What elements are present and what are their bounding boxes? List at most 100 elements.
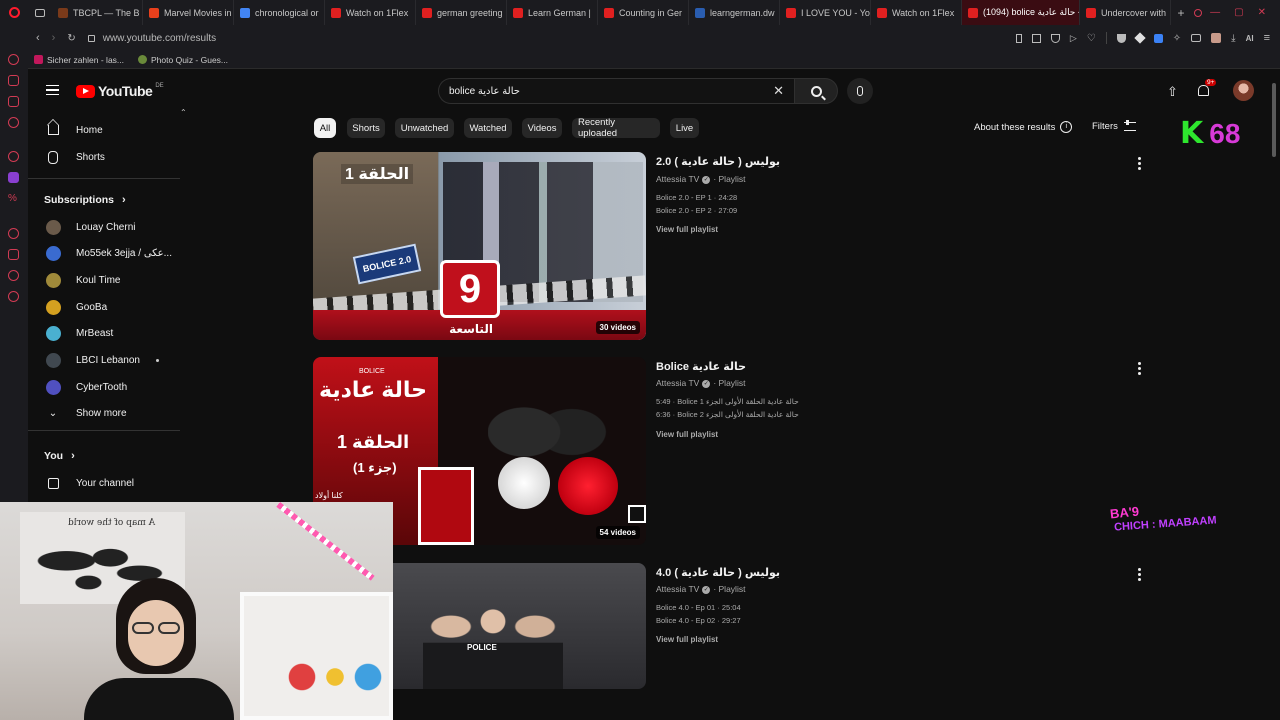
back-icon[interactable]: ‹ bbox=[36, 32, 40, 44]
browser-tab[interactable]: chronological or bbox=[234, 0, 325, 25]
sidebar-subscription-item[interactable]: CyberTooth bbox=[28, 374, 180, 400]
sidebar-subscription-item[interactable]: Mo55ek 3ejja / عكى... bbox=[28, 241, 180, 267]
forward-icon[interactable]: › bbox=[52, 32, 56, 44]
shield-icon[interactable] bbox=[1050, 33, 1060, 43]
sidebar-item-your-channel[interactable]: Your channel bbox=[28, 470, 180, 496]
account-avatar[interactable] bbox=[1233, 80, 1254, 101]
more-actions-icon[interactable] bbox=[1137, 157, 1141, 170]
more-actions-icon[interactable] bbox=[1137, 362, 1141, 375]
view-full-playlist-link[interactable]: View full playlist bbox=[656, 635, 718, 644]
profile-avatar-icon[interactable] bbox=[1211, 33, 1222, 43]
bookmark-item[interactable]: Photo Quiz - Gues... bbox=[138, 55, 228, 65]
notifications-button[interactable]: 9+ bbox=[1198, 79, 1217, 99]
sidebar-subscription-item[interactable]: Louay Cherni bbox=[28, 214, 180, 240]
search-input[interactable]: bolice حالة عادية bbox=[449, 86, 520, 97]
menu-icon[interactable]: ≡ bbox=[1264, 32, 1270, 44]
search-box[interactable]: bolice حالة عادية ✕ bbox=[438, 78, 794, 104]
browser-tab[interactable]: I LOVE YOU - Yo bbox=[780, 0, 871, 25]
view-full-playlist-link[interactable]: View full playlist bbox=[656, 225, 718, 234]
browser-tab[interactable]: Watch on 1Flex bbox=[871, 0, 962, 25]
snapshot-icon[interactable] bbox=[1031, 33, 1041, 43]
browser-tab[interactable]: learngerman.dw bbox=[689, 0, 780, 25]
twitch-icon[interactable] bbox=[8, 172, 19, 183]
maximize-icon[interactable]: ▢ bbox=[1234, 7, 1243, 18]
sidebar-subscriptions-header[interactable]: Subscriptions › bbox=[28, 187, 180, 213]
create-upload-icon[interactable]: ⇧ bbox=[1167, 84, 1178, 100]
result-title[interactable]: بوليس ( حالة عادية ) 2.0 bbox=[656, 155, 780, 168]
browser-tab[interactable]: Marvel Movies in bbox=[143, 0, 234, 25]
sidebar-show-more[interactable]: ⌄ Show more bbox=[28, 400, 180, 426]
messenger-icon[interactable] bbox=[8, 54, 19, 65]
url-field[interactable]: www.youtube.com/results bbox=[103, 33, 216, 44]
browser-tab[interactable]: Learn German | bbox=[507, 0, 598, 25]
camera-icon[interactable] bbox=[1191, 34, 1202, 42]
browser-tab[interactable]: Counting in Ger bbox=[598, 0, 689, 25]
result-title[interactable]: بوليس ( حالة عادية ) 4.0 bbox=[656, 566, 780, 579]
browser-tab[interactable]: Undercover with bbox=[1080, 0, 1171, 25]
bag-icon[interactable] bbox=[8, 75, 19, 86]
history-icon[interactable] bbox=[8, 228, 19, 239]
chip-recently-uploaded[interactable]: Recently uploaded bbox=[572, 117, 660, 139]
instagram-icon[interactable] bbox=[8, 96, 19, 107]
playlist-entry[interactable]: Bolice 2.0 - EP 1 · 24:28 bbox=[656, 193, 737, 202]
extensions-puzzle-icon[interactable]: ✧ bbox=[1173, 33, 1181, 44]
whatsapp-icon[interactable] bbox=[8, 117, 19, 128]
ai-icon[interactable]: AI bbox=[1246, 34, 1254, 43]
extension-diamond-icon[interactable] bbox=[1134, 32, 1146, 44]
more-actions-icon[interactable] bbox=[1137, 568, 1141, 581]
chip-shorts[interactable]: Shorts bbox=[347, 118, 385, 138]
playlist-entry[interactable]: 5:49 · Bolice حالة عادية الحلقة الأولى ا… bbox=[656, 397, 799, 406]
download-icon[interactable]: ⤓ bbox=[1231, 33, 1235, 44]
browser-tab[interactable]: TBCPL — The B bbox=[52, 0, 143, 25]
view-full-playlist-link[interactable]: View full playlist bbox=[656, 430, 718, 439]
heart-icon[interactable] bbox=[8, 249, 19, 260]
percent-icon[interactable]: % bbox=[8, 193, 19, 204]
extension-shield-icon[interactable] bbox=[1116, 33, 1126, 43]
play-icon[interactable]: ▷ bbox=[1070, 33, 1077, 44]
chip-live[interactable]: Live bbox=[670, 118, 699, 138]
result-channel[interactable]: Attessia TV ✓ · Playlist bbox=[656, 378, 745, 388]
sidebar-item-shorts[interactable]: Shorts bbox=[28, 144, 180, 170]
clear-search-icon[interactable]: ✕ bbox=[773, 83, 784, 99]
browser-tab[interactable]: (1094) bolice حالة عادية - Yo bbox=[962, 0, 1080, 25]
page-scrollbar[interactable] bbox=[1272, 83, 1276, 157]
about-results-link[interactable]: About these results i bbox=[974, 121, 1073, 133]
result-thumbnail[interactable]: الحلقة 1 BOLICE 2.0 9 التاسعة 30 videos bbox=[313, 152, 646, 340]
result-title[interactable]: Bolice حالة عادية bbox=[656, 360, 746, 373]
chip-videos[interactable]: Videos bbox=[522, 118, 562, 138]
browser-tab[interactable]: Watch on 1Flex bbox=[325, 0, 416, 25]
extension-check-icon[interactable] bbox=[1153, 33, 1163, 43]
sidebar-subscription-item[interactable]: GooBa bbox=[28, 294, 180, 320]
settings-icon[interactable] bbox=[8, 151, 19, 162]
bookmark-icon[interactable] bbox=[1015, 33, 1022, 43]
clock-icon[interactable] bbox=[8, 270, 19, 281]
gear-icon[interactable] bbox=[8, 291, 19, 302]
close-window-icon[interactable]: ✕ bbox=[1258, 7, 1266, 18]
playlist-entry[interactable]: 6:36 · Bolice حالة عادية الحلقة الأولى ا… bbox=[656, 410, 799, 419]
sidebar-subscription-item[interactable]: LBCI Lebanon bbox=[28, 348, 180, 374]
bookmark-item[interactable]: Sicher zahlen - las... bbox=[34, 55, 124, 65]
sidebar-subscription-item[interactable]: Koul Time bbox=[28, 267, 180, 293]
result-channel[interactable]: Attessia TV ✓ · Playlist bbox=[656, 584, 745, 594]
voice-search-button[interactable] bbox=[847, 78, 873, 104]
heart-outline-icon[interactable]: ♡ bbox=[1087, 33, 1096, 44]
hamburger-menu-icon[interactable] bbox=[46, 85, 59, 95]
playlist-entry[interactable]: Bolice 2.0 - EP 2 · 27:09 bbox=[656, 206, 737, 215]
search-button[interactable] bbox=[794, 78, 838, 104]
sidebar-item-home[interactable]: Home bbox=[28, 117, 180, 143]
tab-workspaces-icon[interactable] bbox=[28, 8, 52, 17]
filters-button[interactable]: Filters bbox=[1092, 120, 1136, 132]
chip-all[interactable]: All bbox=[314, 118, 336, 138]
new-tab-button[interactable]: + bbox=[1171, 6, 1191, 20]
browser-tab[interactable]: german greeting bbox=[416, 0, 507, 25]
minimize-icon[interactable]: — bbox=[1210, 7, 1220, 18]
playlist-entry[interactable]: Bolice 4.0 - Ep 02 · 29:27 bbox=[656, 616, 741, 625]
chip-unwatched[interactable]: Unwatched bbox=[395, 118, 454, 138]
chip-watched[interactable]: Watched bbox=[464, 118, 512, 138]
result-channel[interactable]: Attessia TV ✓ · Playlist bbox=[656, 174, 745, 184]
sidebar-subscription-item[interactable]: MrBeast bbox=[28, 321, 180, 347]
reload-icon[interactable]: ↻ bbox=[67, 33, 75, 44]
browser-menu-icon[interactable] bbox=[0, 0, 28, 25]
sidebar-scroll-up-icon[interactable]: ⌃ bbox=[180, 108, 187, 117]
playlist-entry[interactable]: Bolice 4.0 - Ep 01 · 25:04 bbox=[656, 603, 741, 612]
